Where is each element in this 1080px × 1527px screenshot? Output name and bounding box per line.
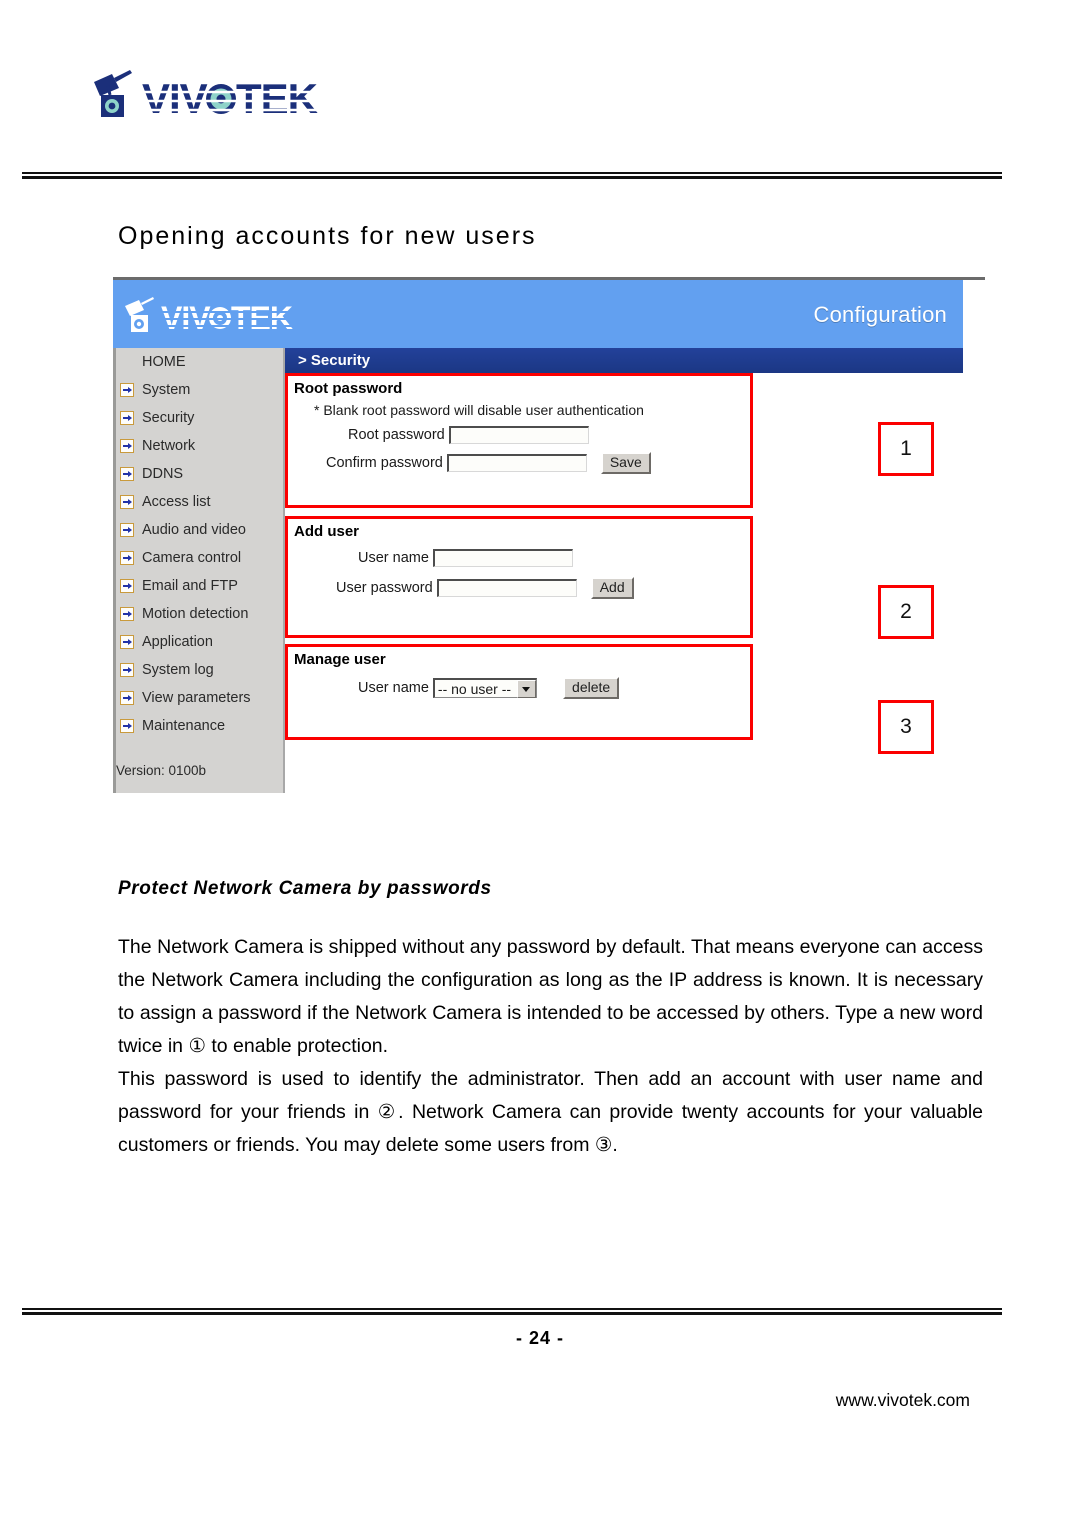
sidebar-item-camera-control[interactable]: Camera control [116,544,286,572]
save-button[interactable]: Save [600,452,651,474]
sidebar-item-label: Application [142,634,213,650]
sidebar-item-application[interactable]: Application [116,628,286,656]
add-user-panel: Add user User name User password Add [285,516,753,638]
header-divider [22,172,1002,179]
sidebar-item-label: System [142,382,191,398]
sidebar-item-motion-detection[interactable]: Motion detection [116,600,286,628]
sidebar-item-label: HOME [142,354,186,370]
sidebar-item-label: Access list [142,494,211,510]
arrow-icon [120,719,134,733]
manage-user-name-label: User name [358,680,429,696]
page-number: - 24 - [515,1328,564,1348]
arrow-icon [120,383,134,397]
arrow-icon [120,439,134,453]
sidebar-item-email-and-ftp[interactable]: Email and FTP [116,572,286,600]
vivotek-logo: VIV TEK [88,68,338,130]
sidebar-item-access-list[interactable]: Access list [116,488,286,516]
sidebar-item-label: Email and FTP [142,578,238,594]
footer-divider [22,1308,1002,1315]
root-password-input[interactable] [448,426,589,444]
sidebar-item-system-log[interactable]: System log [116,656,286,684]
sidebar-item-label: Network [142,438,196,454]
content-area: > Security Root password * Blank root pa… [283,348,963,793]
confirm-password-input[interactable] [446,454,587,472]
delete-button[interactable]: delete [563,677,620,699]
sidebar-item-home[interactable]: HOME [116,348,286,376]
arrow-icon [120,495,134,509]
sidebar-item-system[interactable]: System [116,376,286,404]
manage-user-select-value: -- no user -- [437,680,512,697]
arrow-icon [120,635,134,649]
add-user-password-label: User password [336,580,433,596]
firmware-version-label: Version: 0100b [116,763,207,778]
page-title: Opening accounts for new users [118,222,537,250]
sidebar-item-audio-and-video[interactable]: Audio and video [116,516,286,544]
breadcrumb: > Security [298,352,371,369]
arrow-icon [120,607,134,621]
manage-user-title: Manage user [294,651,386,668]
arrow-icon [120,551,134,565]
arrow-icon [120,467,134,481]
root-password-title: Root password [294,380,403,397]
sidebar-item-view-parameters[interactable]: View parameters [116,684,286,712]
sidebar-item-security[interactable]: Security [116,404,286,432]
sidebar-item-label: System log [142,662,214,678]
sidebar-item-label: Camera control [142,550,242,566]
arrow-icon [120,523,134,537]
app-vivotek-logo: VIV TEK [119,294,314,338]
sidebar: HOME System Security Network DDNS Access… [113,348,286,793]
chevron-down-icon[interactable] [517,679,537,698]
callout-1: 1 [878,422,934,476]
sidebar-item-label: Audio and video [142,522,246,538]
root-password-label: Root password [348,427,445,443]
configuration-screenshot-figure: VIV TEK Configuration HOME System Securi… [113,277,985,797]
body-paragraph-1: The Network Camera is shipped without an… [118,935,983,1057]
blank-icon [120,355,134,369]
app-header: VIV TEK Configuration [113,280,963,348]
body-paragraph-2: This password is used to identify the ad… [118,1067,983,1156]
callout-2: 2 [878,585,934,639]
sidebar-item-label: Security [142,410,195,426]
svg-text:VIV: VIV [142,75,208,122]
root-password-note: * Blank root password will disable user … [314,402,644,418]
arrow-icon [120,411,134,425]
breadcrumb-bar: > Security [285,348,963,373]
section-subheading: Protect Network Camera by passwords [118,878,492,899]
sidebar-item-maintenance[interactable]: Maintenance [116,712,286,740]
configuration-label: Configuration [813,302,947,327]
add-user-name-label: User name [358,550,429,566]
root-password-panel: Root password * Blank root password will… [285,373,753,508]
sidebar-item-label: DDNS [142,466,184,482]
sidebar-item-label: Motion detection [142,606,249,622]
svg-text:TEK: TEK [236,75,318,122]
callout-3: 3 [878,700,934,754]
arrow-icon [120,579,134,593]
confirm-password-label: Confirm password [326,455,443,471]
sidebar-item-label: Maintenance [142,718,226,734]
add-button[interactable]: Add [590,577,634,599]
manage-user-panel: Manage user User name -- no user -- dele… [285,644,753,740]
camera-web-ui: VIV TEK Configuration HOME System Securi… [113,280,963,797]
arrow-icon [120,691,134,705]
add-user-password-input[interactable] [436,579,577,597]
footer-url: www.vivotek.com [835,1390,970,1410]
sidebar-item-network[interactable]: Network [116,432,286,460]
manage-user-select[interactable]: -- no user -- [432,678,538,698]
add-user-name-input[interactable] [432,549,573,567]
sidebar-item-label: View parameters [142,690,251,706]
arrow-icon [120,663,134,677]
sidebar-item-ddns[interactable]: DDNS [116,460,286,488]
add-user-title: Add user [294,523,360,540]
